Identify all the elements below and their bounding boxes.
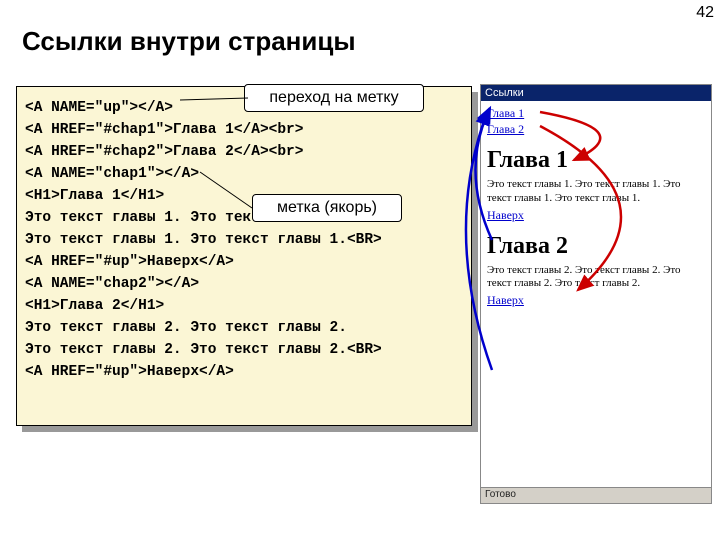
browser-heading-2: Глава 2 (487, 233, 705, 260)
browser-paragraph-1: Это текст главы 1. Это текст главы 1. Эт… (487, 178, 705, 206)
code-line: Это текст главы 1. Это текст главы 1.<BR… (25, 232, 382, 248)
code-line: <A NAME="chap1"></A> (25, 166, 199, 182)
slide-number: 42 (696, 4, 714, 22)
browser-link-chap1[interactable]: Глава 1 (487, 106, 705, 121)
browser-preview: Ссылки Глава 1 Глава 2 Глава 1 Это текст… (480, 84, 712, 504)
code-line: <A HREF="#up">Наверх</A> (25, 254, 234, 270)
browser-heading-1: Глава 1 (487, 147, 705, 174)
code-line: <A HREF="#up">Наверх</A> (25, 364, 234, 380)
code-line: <H1>Глава 2</H1> (25, 298, 164, 314)
browser-body: Глава 1 Глава 2 Глава 1 Это текст главы … (481, 101, 711, 487)
code-line: Это текст главы 2. Это текст главы 2.<BR… (25, 342, 382, 358)
code-line: <A NAME="up"></A> (25, 100, 173, 116)
callout-anchor-label: метка (якорь) (252, 194, 402, 222)
browser-paragraph-2: Это текст главы 2. Это текст главы 2. Эт… (487, 264, 705, 292)
code-line: <A HREF="#chap2">Глава 2</A><br> (25, 144, 303, 160)
browser-link-up1[interactable]: Наверх (487, 208, 705, 223)
code-line: Это текст главы 2. Это текст главы 2. (25, 320, 347, 336)
code-line: <A NAME="chap2"></A> (25, 276, 199, 292)
callout-goto-label: переход на метку (244, 84, 424, 112)
page-title: Ссылки внутри страницы (22, 26, 356, 57)
code-line: <H1>Глава 1</H1> (25, 188, 164, 204)
browser-titlebar: Ссылки (481, 85, 711, 101)
browser-link-up2[interactable]: Наверх (487, 293, 705, 308)
browser-link-chap2[interactable]: Глава 2 (487, 122, 705, 137)
browser-statusbar: Готово (481, 487, 711, 503)
code-block-container: <A NAME="up"></A> <A HREF="#chap1">Глава… (16, 86, 472, 426)
code-line: <A HREF="#chap1">Глава 1</A><br> (25, 122, 303, 138)
code-box: <A NAME="up"></A> <A HREF="#chap1">Глава… (16, 86, 472, 426)
